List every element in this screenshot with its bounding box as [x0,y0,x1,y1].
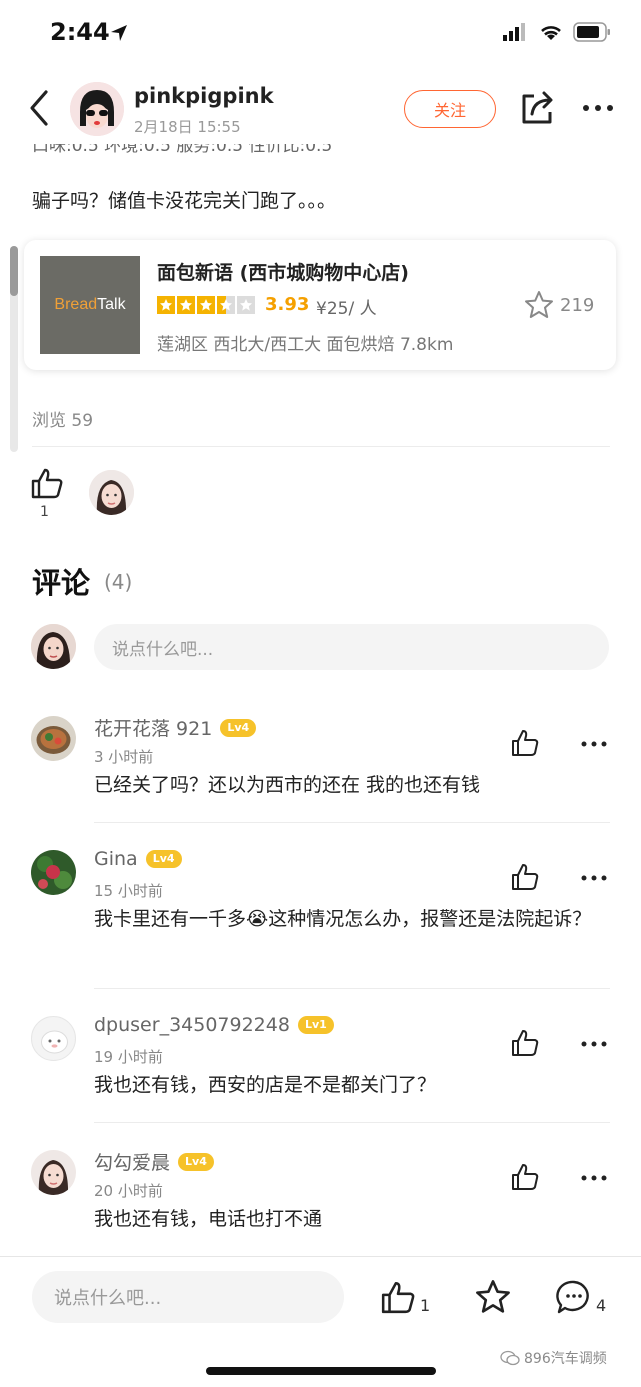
divider [94,1122,610,1123]
level-badge: Lv4 [220,718,257,737]
comment-more-icon[interactable] [578,868,610,888]
commenter-info: 勾勾爱晨 Lv4 [94,1148,214,1175]
bottom-comment-count: 4 [596,1296,607,1315]
bottom-like-count: 1 [420,1296,431,1315]
shop-favorite-count: 219 [560,294,595,316]
comment-time: 20 小时前 [94,1182,163,1200]
shop-price: ¥25/ 人 [316,299,377,319]
comments-title: 评论 [32,566,91,600]
commenter-info: dpuser_3450792248 Lv1 [94,1014,334,1036]
my-avatar [31,624,76,669]
comment-like-icon[interactable] [510,862,540,892]
commenter-name[interactable]: Gina [94,848,138,870]
level-badge: Lv4 [178,1152,214,1171]
shop-favorite[interactable]: 219 [524,290,594,320]
thumbs-up-icon[interactable] [30,466,64,500]
bottom-comment-input[interactable]: 说点什么吧... [32,1271,344,1323]
follow-button[interactable]: 关注 [404,90,496,128]
status-bar: 2:44 [0,0,641,68]
author-avatar[interactable] [70,82,124,136]
watermark: 896汽车调频 [500,1348,607,1368]
wifi-icon [541,26,561,40]
commenter-name[interactable]: 勾勾爱晨 [94,1148,170,1175]
post-header: pinkpigpink 2月18日 15:55 关注 [0,70,641,150]
view-count: 浏览 59 [32,411,94,431]
rating-star [177,296,195,314]
rating-star [197,296,215,314]
back-icon[interactable] [24,86,56,130]
shop-rating-stars [157,296,255,314]
wechat-icon [500,1350,520,1366]
comment-text: 我也还有钱，西安的店是不是都关门了？ [94,1074,437,1096]
shop-logo: Bread Talk [40,256,140,354]
logo-text-bread: Bread [54,296,98,313]
level-badge: Lv1 [297,1016,334,1034]
home-indicator[interactable] [206,1367,436,1375]
commenter-info: 花开花落 921 Lv4 [94,714,257,741]
level-badge: Lv4 [145,850,182,868]
commenter-avatar[interactable] [31,850,76,895]
liker-avatar[interactable] [89,470,134,515]
share-icon[interactable] [518,88,558,128]
rating-star [237,296,255,314]
author-name[interactable]: pinkpigpink [134,84,274,108]
comment-time: 3 小时前 [94,748,154,766]
bottom-action-bar: 说点什么吧... 1 4 896汽车调频 [0,1256,641,1387]
comment-text: 已经关了吗？还以为西市的还在 我的也还有钱 [94,774,481,796]
status-icons [503,22,611,42]
comments-count: (4) [104,570,133,594]
commenter-info: Gina Lv4 [94,848,182,870]
comment-more-icon[interactable] [578,734,610,754]
shop-meta: 莲湖区 西北大/西工大 面包烘焙 7.8km [157,335,454,355]
divider [32,446,610,447]
commenter-avatar[interactable] [31,1150,76,1195]
scrollbar-thumb[interactable] [10,246,18,296]
commenter-avatar[interactable] [31,1016,76,1061]
divider [94,822,610,823]
logo-text-talk: Talk [97,296,126,313]
commenter-avatar[interactable] [31,716,76,761]
comment-more-icon[interactable] [578,1034,610,1054]
rating-breakdown-text: 口味:0.5 环境:0.5 服务:0.5 性价比:0.5 [32,144,333,156]
star-outline-icon[interactable] [524,290,554,320]
comment-like-icon[interactable] [510,1028,540,1058]
location-arrow-icon [111,25,127,41]
divider [94,988,610,989]
battery-icon [573,22,610,42]
comment-time: 15 小时前 [94,882,163,900]
commenter-name[interactable]: 花开花落 921 [94,714,212,741]
bottom-like-button[interactable]: 1 [380,1279,430,1315]
comment-text: 我卡里还有一千多😭这种情况怎么办，报警还是法院起诉？ [94,908,592,930]
shop-card[interactable]: Bread Talk 面包新语 (西市城购物中心店) 3.93 ¥25/ 人 21… [24,240,616,370]
bottom-favorite-button[interactable] [474,1279,512,1315]
shop-name[interactable]: 面包新语 (西市城购物中心店) [157,258,409,285]
comment-time: 19 小时前 [94,1048,163,1066]
comment-input[interactable]: 说点什么吧... [94,624,609,670]
rating-star [217,296,235,314]
comment-bubble-icon[interactable] [556,1279,592,1315]
thumbs-up-icon[interactable] [380,1279,416,1315]
shop-rating-score: 3.93 [265,294,310,315]
comment-more-icon[interactable] [578,1168,610,1188]
more-options-icon[interactable] [578,94,618,122]
post-date: 2月18日 15:55 [134,118,241,136]
comment-like-icon[interactable] [510,1162,540,1192]
bottom-comment-button[interactable]: 4 [556,1279,606,1315]
watermark-text: 896汽车调频 [524,1351,607,1367]
status-time: 2:44 [50,18,110,46]
star-outline-icon[interactable] [474,1279,512,1315]
review-text: 骗子吗？储值卡没花完关门跑了。。。 [32,190,337,212]
signal-icon [503,23,525,41]
rating-star [157,296,175,314]
commenter-name[interactable]: dpuser_3450792248 [94,1014,290,1036]
comment-like-icon[interactable] [510,728,540,758]
like-count: 1 [40,504,49,520]
comment-text: 我也还有钱，电话也打不通 [94,1208,323,1230]
rating-breakdown: 口味:0.5 环境:0.5 服务:0.5 性价比:0.5 [32,144,592,162]
